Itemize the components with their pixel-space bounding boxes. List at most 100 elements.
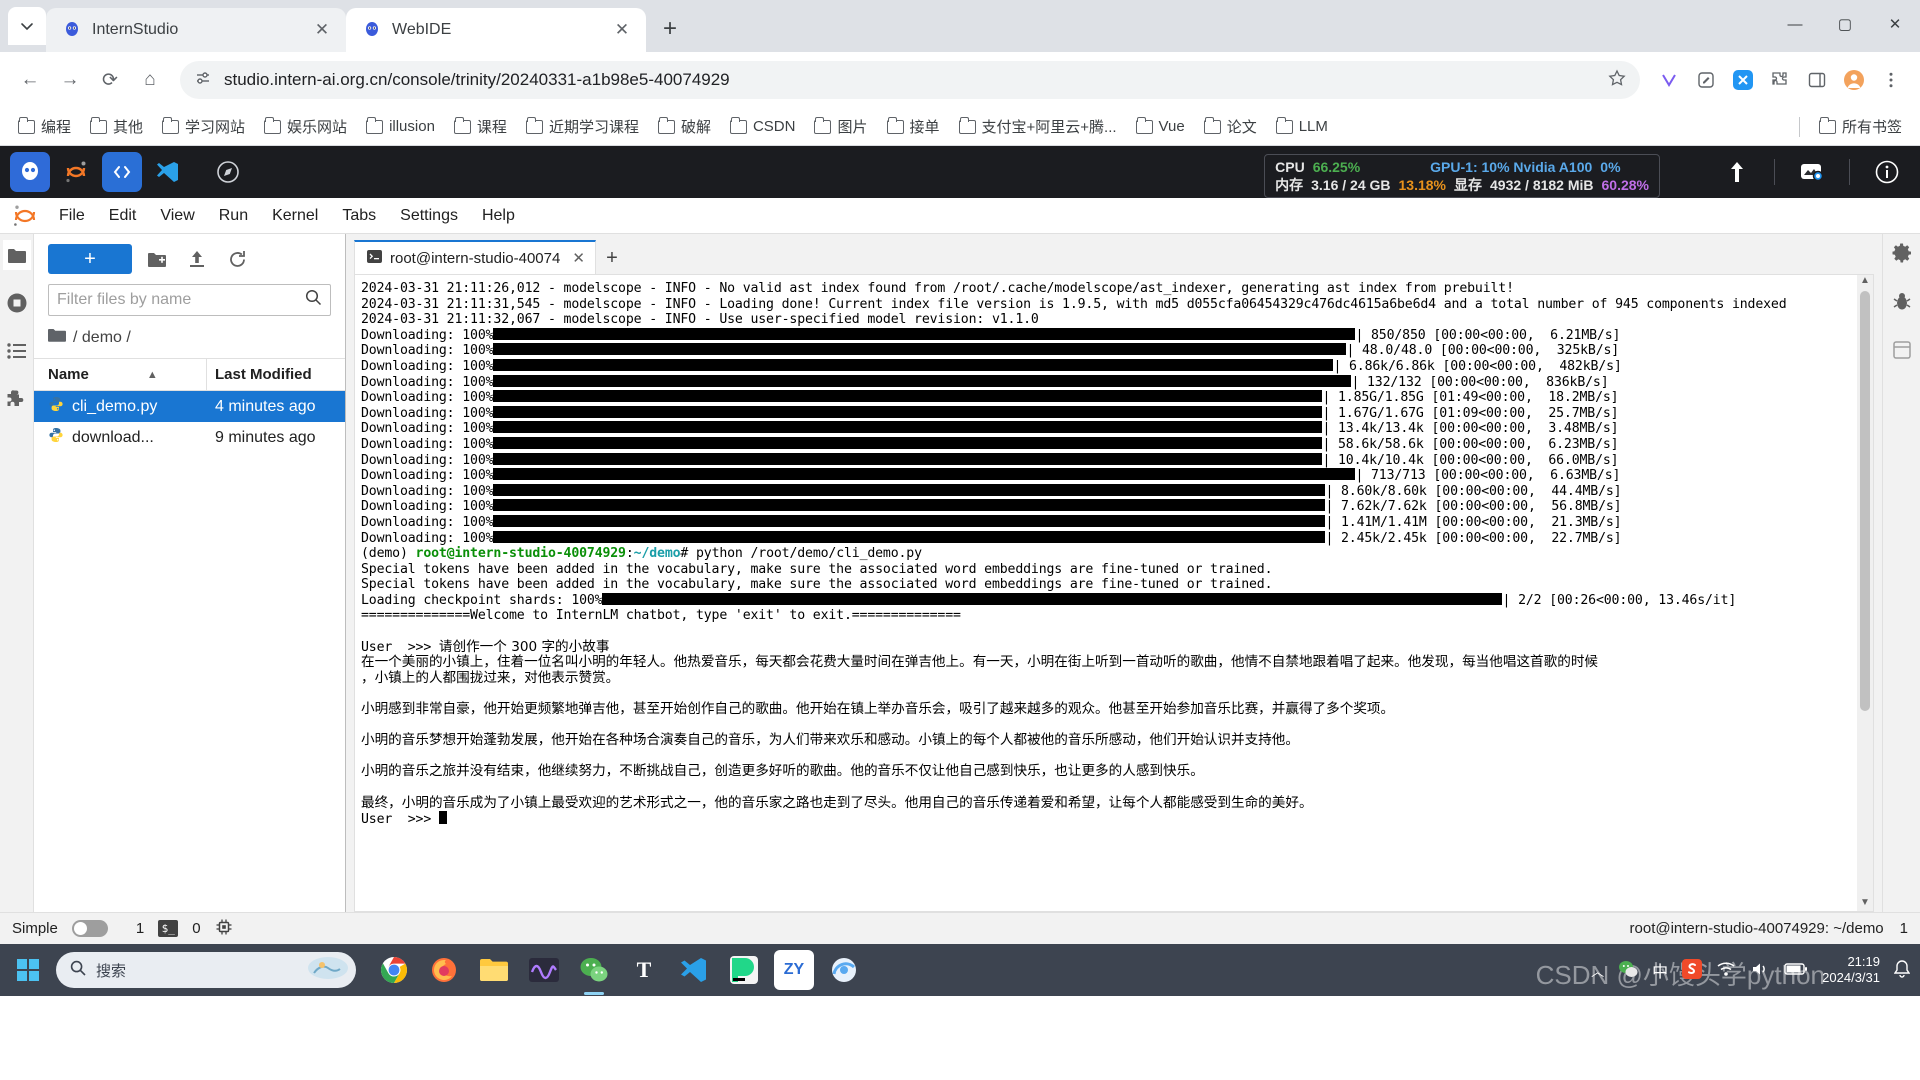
compass-icon[interactable] bbox=[208, 152, 248, 192]
taskbar-app-editor[interactable] bbox=[524, 950, 564, 990]
bookmark-item[interactable]: 其他 bbox=[82, 112, 151, 141]
site-settings-icon[interactable] bbox=[194, 69, 212, 92]
app-logo-icon[interactable] bbox=[10, 152, 50, 192]
bookmark-item[interactable]: 图片 bbox=[806, 112, 875, 141]
scroll-up-arrow-icon[interactable]: ▲ bbox=[1860, 275, 1870, 289]
minimize-button[interactable]: — bbox=[1770, 0, 1820, 48]
debug-icon[interactable] bbox=[1891, 291, 1913, 318]
side-panel-icon[interactable] bbox=[1800, 63, 1834, 97]
x-extension-icon[interactable] bbox=[1726, 63, 1760, 97]
close-icon[interactable]: ✕ bbox=[572, 249, 585, 267]
file-filter-box[interactable] bbox=[48, 284, 331, 316]
image-icon[interactable] bbox=[1789, 152, 1835, 192]
kernel-chip-icon[interactable] bbox=[215, 918, 233, 940]
taskbar-app-file-explorer[interactable] bbox=[474, 950, 514, 990]
tray-wifi-icon[interactable] bbox=[1716, 961, 1736, 980]
taskbar-app-typora[interactable]: T bbox=[624, 950, 664, 990]
sidebar-item-extensions[interactable] bbox=[3, 384, 31, 414]
v-extension-icon[interactable] bbox=[1652, 63, 1686, 97]
column-header-name[interactable]: Name ▲ bbox=[34, 359, 207, 390]
simple-mode-toggle[interactable] bbox=[71, 920, 108, 937]
extensions-puzzle-icon[interactable] bbox=[1763, 63, 1797, 97]
tray-volume-icon[interactable] bbox=[1750, 961, 1770, 980]
menu-tabs[interactable]: Tabs bbox=[331, 202, 387, 230]
bookmark-item[interactable]: LLM bbox=[1268, 114, 1336, 139]
settings-gear-icon[interactable] bbox=[1891, 242, 1913, 269]
close-icon[interactable]: ✕ bbox=[310, 18, 334, 42]
taskbar-search-box[interactable]: 搜索 bbox=[56, 952, 356, 988]
upload-icon[interactable] bbox=[182, 244, 212, 274]
bookmark-item[interactable]: 学习网站 bbox=[154, 112, 253, 141]
bookmark-item[interactable]: 编程 bbox=[10, 112, 79, 141]
menu-help[interactable]: Help bbox=[471, 202, 526, 230]
taskbar-app-vscode[interactable] bbox=[674, 950, 714, 990]
browser-tab-internstudio[interactable]: InternStudio ✕ bbox=[46, 8, 346, 52]
maximize-button[interactable]: ▢ bbox=[1820, 0, 1870, 48]
bookmark-item[interactable]: illusion bbox=[358, 114, 443, 139]
bookmark-item[interactable]: Vue bbox=[1128, 114, 1193, 139]
vscode-icon[interactable] bbox=[148, 152, 188, 192]
refresh-icon[interactable] bbox=[222, 244, 252, 274]
file-list-item-download[interactable]: download... 9 minutes ago bbox=[34, 422, 345, 453]
browser-menu-icon[interactable] bbox=[1874, 63, 1908, 97]
taskbar-app-zy[interactable]: ZY bbox=[774, 950, 814, 990]
bookmark-item[interactable]: 接单 bbox=[879, 112, 948, 141]
all-bookmarks-button[interactable]: 所有书签 bbox=[1811, 112, 1910, 141]
bookmark-star-icon[interactable] bbox=[1608, 69, 1626, 92]
menu-view[interactable]: View bbox=[149, 202, 205, 230]
jupyter-icon[interactable] bbox=[56, 152, 96, 192]
browser-tab-webide[interactable]: WebIDE ✕ bbox=[346, 8, 646, 52]
reload-icon[interactable]: ⟳ bbox=[92, 62, 128, 98]
profile-avatar-icon[interactable] bbox=[1837, 63, 1871, 97]
back-icon[interactable]: ← bbox=[12, 62, 48, 98]
taskbar-app-pycharm[interactable] bbox=[724, 950, 764, 990]
tab-search-chevron-icon[interactable] bbox=[8, 7, 46, 45]
sidebar-item-commands[interactable] bbox=[3, 336, 31, 366]
menu-settings[interactable]: Settings bbox=[389, 202, 469, 230]
bookmark-item[interactable]: 支付宝+阿里云+腾... bbox=[951, 112, 1125, 141]
tray-sogou-icon[interactable] bbox=[1682, 958, 1703, 982]
bookmark-item[interactable]: 近期学习课程 bbox=[518, 112, 647, 141]
sidebar-item-running[interactable] bbox=[3, 288, 31, 318]
new-launcher-button[interactable]: + bbox=[48, 244, 132, 274]
add-terminal-tab-button[interactable]: + bbox=[596, 242, 628, 274]
terminal-status-icon[interactable]: $_ bbox=[158, 920, 179, 937]
bookmark-item[interactable]: 课程 bbox=[446, 112, 515, 141]
menu-run[interactable]: Run bbox=[208, 202, 259, 230]
taskbar-app-wechat[interactable] bbox=[574, 950, 614, 990]
tray-battery-icon[interactable] bbox=[1784, 962, 1808, 979]
column-header-modified[interactable]: Last Modified bbox=[207, 359, 345, 390]
bookmark-item[interactable]: 破解 bbox=[650, 112, 719, 141]
taskbar-app-browser2[interactable] bbox=[824, 950, 864, 990]
scrollbar-thumb[interactable] bbox=[1860, 291, 1870, 711]
bookmark-item[interactable]: 娱乐网站 bbox=[256, 112, 355, 141]
taskbar-app-firefox[interactable] bbox=[424, 950, 464, 990]
forward-icon[interactable]: → bbox=[52, 62, 88, 98]
notifications-icon[interactable] bbox=[1893, 959, 1911, 981]
home-icon[interactable]: ⌂ bbox=[132, 62, 168, 98]
code-brackets-icon[interactable] bbox=[102, 152, 142, 192]
start-button[interactable] bbox=[0, 958, 56, 982]
search-input[interactable] bbox=[57, 291, 305, 309]
info-icon[interactable] bbox=[1864, 152, 1910, 192]
tray-wechat-icon[interactable] bbox=[1618, 960, 1638, 981]
file-list-item-cli-demo[interactable]: cli_demo.py 4 minutes ago bbox=[34, 391, 345, 422]
tray-ime-icon[interactable]: 中 bbox=[1652, 958, 1668, 982]
new-folder-icon[interactable] bbox=[142, 244, 172, 274]
menu-kernel[interactable]: Kernel bbox=[261, 202, 329, 230]
close-icon[interactable]: ✕ bbox=[610, 18, 634, 42]
taskbar-app-chrome[interactable] bbox=[374, 950, 414, 990]
bookmark-item[interactable]: CSDN bbox=[722, 114, 804, 139]
scroll-down-arrow-icon[interactable]: ▼ bbox=[1860, 897, 1870, 911]
address-bar[interactable]: studio.intern-ai.org.cn/console/trinity/… bbox=[180, 61, 1640, 99]
new-tab-button[interactable]: + bbox=[652, 11, 688, 47]
terminal-output[interactable]: 2024-03-31 21:11:26,012 - modelscope - I… bbox=[355, 275, 1857, 911]
window-close-button[interactable]: ✕ bbox=[1870, 0, 1920, 48]
tray-chevron-icon[interactable]: ︿ bbox=[1591, 961, 1604, 980]
bookmark-item[interactable]: 论文 bbox=[1196, 112, 1265, 141]
sidebar-item-file-browser[interactable] bbox=[2, 240, 31, 270]
terminal-tab[interactable]: root@intern-studio-40074 ✕ bbox=[354, 240, 596, 274]
menu-file[interactable]: File bbox=[48, 202, 96, 230]
breadcrumb[interactable]: / demo / bbox=[34, 324, 345, 358]
taskbar-clock[interactable]: 21:19 2024/3/31 bbox=[1822, 954, 1880, 986]
